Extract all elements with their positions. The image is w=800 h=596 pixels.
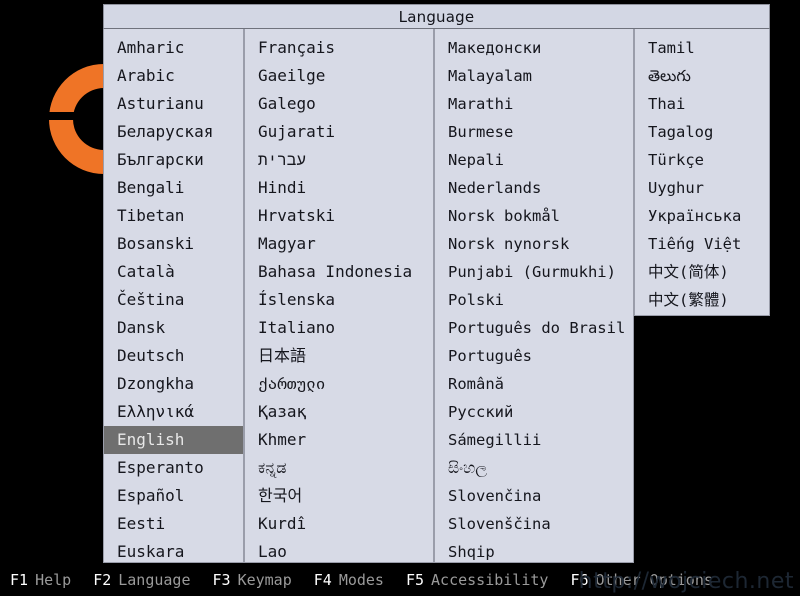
function-key-label: F4 bbox=[313, 571, 332, 589]
language-column-2[interactable]: Français Gaeilge Galego Gujarati עברית Hindi H… bbox=[244, 29, 434, 563]
language-column-3[interactable]: Македонски Malayalam Marathi Burmese Nepali N… bbox=[434, 29, 634, 563]
language-item[interactable]: Íslenska bbox=[245, 286, 433, 314]
language-column-1[interactable]: Amharic Arabic Asturianu Беларуская Българск… bbox=[103, 29, 244, 563]
language-item[interactable]: Asturianu bbox=[104, 90, 243, 118]
dialog-titlebar: Language bbox=[103, 4, 770, 29]
language-item[interactable]: Esperanto bbox=[104, 454, 243, 482]
language-item[interactable]: Bosanski bbox=[104, 230, 243, 258]
function-key-f4[interactable]: F4 Modes bbox=[314, 571, 384, 589]
language-item[interactable]: Türkçe bbox=[635, 146, 769, 174]
language-item[interactable]: Slovenčina bbox=[435, 482, 633, 510]
language-dialog: Language Amharic Arabic Asturianu Беларуска… bbox=[103, 4, 770, 564]
function-key-description: Language bbox=[118, 571, 191, 589]
dialog-title: Language bbox=[398, 7, 475, 26]
language-item[interactable]: Marathi bbox=[435, 90, 633, 118]
function-key-f2[interactable]: F2 Language bbox=[93, 571, 190, 589]
language-item[interactable]: Tiếng Việt bbox=[635, 230, 769, 258]
language-item[interactable]: Português bbox=[435, 342, 633, 370]
language-item[interactable]: ಕನ್ನಡ bbox=[245, 454, 433, 482]
function-key-description: Accessibility bbox=[431, 571, 549, 589]
language-item[interactable]: Қазақ bbox=[245, 398, 433, 426]
language-item[interactable]: Bahasa Indonesia bbox=[245, 258, 433, 286]
language-item[interactable]: 中文(繁體) bbox=[635, 286, 769, 314]
language-item[interactable]: Беларуская bbox=[104, 118, 243, 146]
language-item[interactable]: తెలుగు bbox=[635, 62, 769, 90]
language-item[interactable]: Eesti bbox=[104, 510, 243, 538]
language-item[interactable]: Arabic bbox=[104, 62, 243, 90]
language-item[interactable]: Tagalog bbox=[635, 118, 769, 146]
language-item[interactable]: Italiano bbox=[245, 314, 433, 342]
language-item[interactable]: Português do Brasil bbox=[435, 314, 633, 342]
function-key-label: F6 bbox=[570, 571, 589, 589]
language-item[interactable]: Norsk bokmål bbox=[435, 202, 633, 230]
language-item[interactable]: Khmer bbox=[245, 426, 433, 454]
language-item[interactable]: Polski bbox=[435, 286, 633, 314]
language-item[interactable]: 中文(简体) bbox=[635, 258, 769, 286]
language-item[interactable]: Gaeilge bbox=[245, 62, 433, 90]
function-key-description: Other Options bbox=[595, 571, 713, 589]
language-item[interactable]: Українська bbox=[635, 202, 769, 230]
language-item[interactable]: Македонски bbox=[435, 34, 633, 62]
language-item[interactable]: Slovenščina bbox=[435, 510, 633, 538]
language-item[interactable]: Русский bbox=[435, 398, 633, 426]
language-item[interactable]: Čeština bbox=[104, 286, 243, 314]
language-item[interactable]: 한국어 bbox=[245, 482, 433, 510]
language-item[interactable]: Magyar bbox=[245, 230, 433, 258]
language-item[interactable]: Norsk nynorsk bbox=[435, 230, 633, 258]
language-item[interactable]: Română bbox=[435, 370, 633, 398]
language-item[interactable]: Hrvatski bbox=[245, 202, 433, 230]
language-item[interactable]: Kurdî bbox=[245, 510, 433, 538]
function-key-label: F5 bbox=[405, 571, 425, 589]
language-item[interactable]: Nederlands bbox=[435, 174, 633, 202]
language-item[interactable]: Thai bbox=[635, 90, 769, 118]
language-item[interactable]: Sámegillii bbox=[435, 426, 633, 454]
language-item[interactable]: Euskara bbox=[104, 538, 243, 562]
function-key-f1[interactable]: F1 Help bbox=[10, 571, 71, 589]
language-item[interactable]: Shqip bbox=[435, 538, 633, 562]
language-item[interactable]: Nepali bbox=[435, 146, 633, 174]
function-key-description: Modes bbox=[338, 571, 384, 589]
function-key-label: F2 bbox=[93, 571, 112, 589]
language-item[interactable]: Malayalam bbox=[435, 62, 633, 90]
language-item[interactable]: Hindi bbox=[245, 174, 433, 202]
language-item[interactable]: Français bbox=[245, 34, 433, 62]
language-list-area: Amharic Arabic Asturianu Беларуская Българск… bbox=[103, 29, 770, 563]
language-item[interactable]: Español bbox=[104, 482, 243, 510]
language-item[interactable]: עברית bbox=[245, 146, 433, 174]
language-item[interactable]: Burmese bbox=[435, 118, 633, 146]
language-item[interactable]: Bengali bbox=[104, 174, 243, 202]
language-item[interactable]: Galego bbox=[245, 90, 433, 118]
function-key-label: F1 bbox=[10, 571, 29, 589]
language-item[interactable]: 日本語 bbox=[245, 342, 433, 370]
language-item[interactable]: Ελληνικά bbox=[104, 398, 243, 426]
function-key-f6[interactable]: F6 Other Options bbox=[570, 571, 712, 589]
language-item[interactable]: සිංහල bbox=[435, 454, 633, 482]
language-item[interactable]: Gujarati bbox=[245, 118, 433, 146]
function-key-description: Keymap bbox=[237, 571, 292, 589]
function-key-label: F3 bbox=[212, 571, 231, 589]
language-item[interactable]: Dansk bbox=[104, 314, 243, 342]
language-item[interactable]: Tamil bbox=[635, 34, 769, 62]
language-item[interactable]: Tibetan bbox=[104, 202, 243, 230]
language-item[interactable]: Deutsch bbox=[104, 342, 243, 370]
language-item[interactable]: Български bbox=[104, 146, 243, 174]
language-item[interactable]: Uyghur bbox=[635, 174, 769, 202]
function-key-bar: F1 Help F2 Language F3 Keymap F4 Modes F5 Accessi… bbox=[0, 564, 800, 596]
language-item[interactable]: Punjabi (Gurmukhi) bbox=[435, 258, 633, 286]
language-item[interactable]: ქართული bbox=[245, 370, 433, 398]
language-item[interactable]: English bbox=[104, 426, 243, 454]
language-item[interactable]: Català bbox=[104, 258, 243, 286]
function-key-f3[interactable]: F3 Keymap bbox=[213, 571, 292, 589]
function-key-f5[interactable]: F5 Accessibility bbox=[406, 571, 548, 589]
language-item[interactable]: Lao bbox=[245, 538, 433, 562]
function-key-description: Help bbox=[35, 571, 72, 589]
language-item[interactable]: Dzongkha bbox=[104, 370, 243, 398]
language-item[interactable]: Amharic bbox=[104, 34, 243, 62]
language-column-4[interactable]: Tamil తెలుగు Thai Tagalog Türkçe Uyghur Україн… bbox=[634, 29, 770, 316]
